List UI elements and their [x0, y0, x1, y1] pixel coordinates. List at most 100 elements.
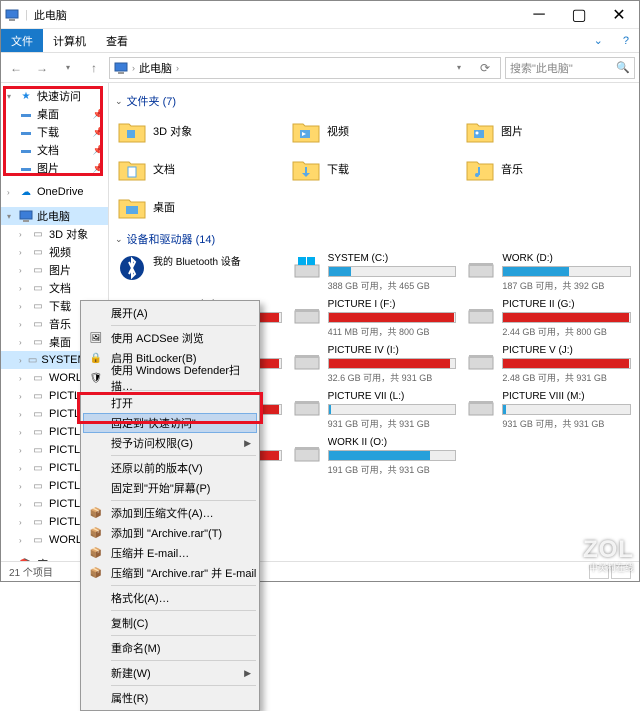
history-dropdown[interactable]: ▾: [57, 57, 79, 79]
drive-item[interactable]: PICTURE VIII (M:) 931 GB 可用，共 931 GB: [464, 389, 633, 429]
ribbon-view[interactable]: 查看: [96, 29, 138, 52]
context-menu-item[interactable]: 重命名(M): [83, 638, 257, 658]
folder-icon: ▬: [19, 161, 33, 175]
drive-item[interactable]: PICTURE II (G:)2.44 GB 可用，共 800 GB: [464, 297, 633, 337]
menu-item-label: 展开(A): [111, 305, 148, 321]
context-menu-item[interactable]: 授予访问权限(G)▶: [83, 433, 257, 453]
search-box[interactable]: 搜索"此电脑" 🔍: [505, 57, 635, 79]
folder-item[interactable]: 文档: [115, 151, 285, 187]
drive-item[interactable]: PICTURE IV (I:)32.6 GB 可用，共 931 GB: [290, 343, 459, 383]
status-count: 21 个项目: [9, 564, 53, 579]
sidebar-onedrive[interactable]: ›☁ OneDrive: [1, 183, 108, 201]
drive-icon: ▭: [31, 479, 45, 493]
folder-icon: ▬: [19, 143, 33, 157]
context-menu-item[interactable]: 🖼使用 ACDSee 浏览: [83, 328, 257, 348]
drive-icon: [292, 253, 322, 283]
context-menu-item[interactable]: 新建(W)▶: [83, 663, 257, 683]
context-menu-item[interactable]: 属性(R): [83, 688, 257, 708]
group-header-folders[interactable]: ⌄ 文件夹 (7): [115, 93, 633, 109]
group-header-drives[interactable]: ⌄ 设备和驱动器 (14): [115, 231, 633, 247]
drive-item[interactable]: PICTURE VII (L:)931 GB 可用，共 931 GB: [290, 389, 459, 429]
forward-button[interactable]: →: [31, 57, 53, 79]
sidebar-quick-item[interactable]: ▬文档📌: [1, 141, 108, 159]
menu-item-icon: 📦: [89, 546, 103, 560]
ribbon-expand[interactable]: ⌄: [584, 29, 613, 52]
folder-item[interactable]: 桌面: [115, 189, 285, 225]
context-menu-item[interactable]: 固定到"快速访问": [83, 413, 257, 433]
address-seg[interactable]: 此电脑: [139, 60, 172, 76]
context-menu-item[interactable]: 📦 压缩并 E-mail…: [83, 543, 257, 563]
context-menu-item[interactable]: 格式化(A)…: [83, 588, 257, 608]
drive-label: PICTURE I (F:): [328, 299, 457, 310]
folder-item[interactable]: 音乐: [463, 151, 633, 187]
context-menu-item[interactable]: 📦添加到 "Archive.rar"(T): [83, 523, 257, 543]
sidebar-pc-item[interactable]: ›▭3D 对象: [1, 225, 108, 243]
context-menu-item[interactable]: 复制(C): [83, 613, 257, 633]
drive-item[interactable]: PICTURE V (J:)2.48 GB 可用，共 931 GB: [464, 343, 633, 383]
drive-item[interactable]: WORK (D:)187 GB 可用，共 392 GB: [464, 251, 633, 291]
folder-icon: [465, 116, 495, 146]
context-menu-item[interactable]: 还原以前的版本(V): [83, 458, 257, 478]
minimize-button[interactable]: ─: [519, 1, 559, 29]
folder-icon: [117, 154, 147, 184]
drive-icon: [292, 391, 322, 421]
sidebar-quick-item[interactable]: ▬桌面📌: [1, 105, 108, 123]
sidebar-quick-item[interactable]: ▬图片📌: [1, 159, 108, 177]
context-menu-item[interactable]: 📦压缩到 "Archive.rar" 并 E-mail: [83, 563, 257, 583]
drive-icon: [466, 299, 496, 329]
drive-icon: ▭: [31, 533, 45, 547]
sidebar-quick-item[interactable]: ▬下载📌: [1, 123, 108, 141]
folder-item[interactable]: 视频: [289, 113, 459, 149]
drive-icon: [466, 391, 496, 421]
menu-item-icon: 📦: [89, 506, 103, 520]
group-label: 文件夹 (7): [127, 93, 177, 109]
ribbon-help[interactable]: ?: [613, 29, 639, 52]
sidebar-item-label: PICTL: [49, 480, 80, 492]
address-bar[interactable]: › 此电脑 › ▾ ⟳: [109, 57, 501, 79]
search-icon: 🔍: [616, 61, 630, 74]
menu-item-label: 添加到压缩文件(A)…: [111, 505, 214, 521]
drive-usage-bar: [502, 312, 631, 323]
drive-item[interactable]: 我的 Bluetooth 设备: [115, 251, 284, 291]
folder-item[interactable]: 3D 对象: [115, 113, 285, 149]
drive-sub: 32.6 GB 可用，共 931 GB: [328, 371, 457, 384]
sidebar-quick-access[interactable]: ▾★ 快速访问: [1, 87, 108, 105]
drive-item[interactable]: PICTURE I (F:)411 MB 可用，共 800 GB: [290, 297, 459, 337]
menu-item-label: 压缩并 E-mail…: [111, 545, 189, 561]
context-menu-item[interactable]: 📦 添加到压缩文件(A)…: [83, 503, 257, 523]
folder-item[interactable]: 图片: [463, 113, 633, 149]
refresh-button[interactable]: ⟳: [474, 57, 496, 79]
sidebar-pc-item[interactable]: ›▭视频: [1, 243, 108, 261]
star-icon: ★: [19, 89, 33, 103]
maximize-button[interactable]: ▢: [559, 1, 599, 29]
menu-separator: [111, 685, 256, 686]
drive-sub: 931 GB 可用，共 931 GB: [502, 417, 631, 430]
up-button[interactable]: ↑: [83, 57, 105, 79]
menu-item-label: 使用 ACDSee 浏览: [111, 330, 204, 346]
drive-label: PICTURE VIII (M:): [502, 391, 631, 402]
close-button[interactable]: ✕: [599, 1, 639, 29]
context-menu-item[interactable]: 展开(A): [83, 303, 257, 323]
folder-icon: ▬: [19, 125, 33, 139]
ribbon-file[interactable]: 文件: [1, 29, 43, 52]
context-menu-item[interactable]: 🛡使用 Windows Defender扫描…: [83, 368, 257, 388]
folder-label: 3D 对象: [153, 123, 192, 139]
drive-icon: ▭: [31, 407, 45, 421]
drive-icon: ▭: [31, 299, 45, 313]
sidebar-item-label: 下载: [37, 124, 59, 140]
pc-icon: [114, 61, 128, 75]
drive-item[interactable]: SYSTEM (C:)388 GB 可用，共 465 GB: [290, 251, 459, 291]
folder-item[interactable]: 下载: [289, 151, 459, 187]
sidebar-pc-item[interactable]: ›▭文档: [1, 279, 108, 297]
context-menu-item[interactable]: 固定到"开始"屏幕(P): [83, 478, 257, 498]
address-dropdown[interactable]: ▾: [448, 57, 470, 79]
ribbon-computer[interactable]: 计算机: [43, 29, 96, 52]
drive-icon: ▭: [31, 497, 45, 511]
sidebar-pc-item[interactable]: ›▭图片: [1, 261, 108, 279]
context-menu-item[interactable]: 打开: [83, 393, 257, 413]
sidebar-this-pc[interactable]: ▾ 此电脑: [1, 207, 108, 225]
drive-sub: 191 GB 可用，共 931 GB: [328, 463, 457, 476]
drive-item[interactable]: WORK II (O:)191 GB 可用，共 931 GB: [290, 435, 459, 475]
back-button[interactable]: ←: [5, 57, 27, 79]
sidebar-item-label: 3D 对象: [49, 226, 88, 242]
